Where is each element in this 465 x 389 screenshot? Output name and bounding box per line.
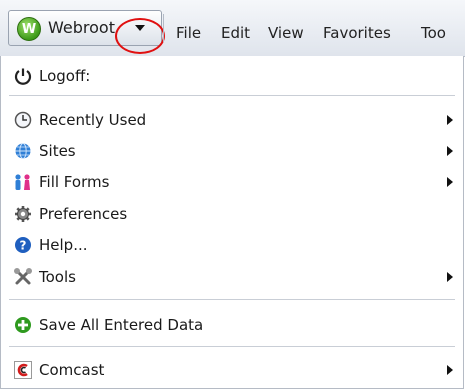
menu-item-save-all-entered-data[interactable]: Save All Entered Data bbox=[1, 310, 463, 340]
menu-item-label: Help... bbox=[39, 236, 88, 254]
help-icon: ? bbox=[13, 235, 33, 255]
webroot-logo-icon: W bbox=[17, 17, 41, 41]
toolbar-separator bbox=[163, 14, 164, 42]
clock-icon bbox=[13, 110, 33, 130]
menu-item-label: Comcast bbox=[39, 361, 105, 379]
tools-icon bbox=[13, 267, 33, 287]
plus-circle-icon bbox=[13, 315, 33, 335]
menu-item-help[interactable]: ? Help... bbox=[1, 230, 463, 260]
browser-toolbar: W Webroot File Edit View Favorites Too bbox=[0, 0, 465, 57]
comcast-icon bbox=[13, 360, 33, 380]
menu-item-logoff[interactable]: Logoff: bbox=[1, 61, 463, 91]
webroot-label: Webroot bbox=[48, 18, 115, 37]
menu-view[interactable]: View bbox=[268, 24, 304, 42]
menu-item-label: Logoff: bbox=[39, 67, 91, 85]
menu-item-tools[interactable]: Tools bbox=[1, 262, 463, 292]
menu-item-fill-forms[interactable]: Fill Forms bbox=[1, 167, 463, 197]
menu-separator bbox=[9, 95, 455, 96]
svg-text:?: ? bbox=[20, 239, 27, 253]
people-icon bbox=[13, 172, 33, 192]
menu-item-label: Sites bbox=[39, 142, 76, 160]
menu-item-sites[interactable]: Sites bbox=[1, 136, 463, 166]
menu-item-label: Preferences bbox=[39, 205, 128, 223]
menu-favorites[interactable]: Favorites bbox=[323, 24, 391, 42]
menu-item-comcast[interactable]: Comcast bbox=[1, 355, 463, 385]
menu-edit[interactable]: Edit bbox=[221, 24, 250, 42]
menu-item-label: Recently Used bbox=[39, 111, 147, 129]
menu-separator bbox=[9, 299, 455, 300]
webroot-dropdown-menu: Logoff: Recently Used Sites Fill Forms P… bbox=[0, 56, 464, 389]
menu-item-label: Fill Forms bbox=[39, 173, 110, 191]
submenu-arrow-icon bbox=[447, 365, 453, 375]
submenu-arrow-icon bbox=[447, 146, 453, 156]
globe-icon bbox=[13, 141, 33, 161]
menu-file[interactable]: File bbox=[176, 24, 201, 42]
menu-separator bbox=[9, 346, 455, 347]
submenu-arrow-icon bbox=[447, 177, 453, 187]
menu-item-recently-used[interactable]: Recently Used bbox=[1, 105, 463, 135]
menu-item-label: Save All Entered Data bbox=[39, 316, 204, 334]
chevron-down-icon[interactable] bbox=[135, 25, 145, 31]
menu-item-label: Tools bbox=[39, 268, 76, 286]
menu-item-preferences[interactable]: Preferences bbox=[1, 199, 463, 229]
gear-icon bbox=[13, 204, 33, 224]
power-icon bbox=[13, 66, 33, 86]
menu-tools[interactable]: Too bbox=[421, 24, 446, 42]
submenu-arrow-icon bbox=[447, 115, 453, 125]
submenu-arrow-icon bbox=[447, 272, 453, 282]
webroot-menu-button[interactable]: W Webroot bbox=[8, 10, 162, 46]
